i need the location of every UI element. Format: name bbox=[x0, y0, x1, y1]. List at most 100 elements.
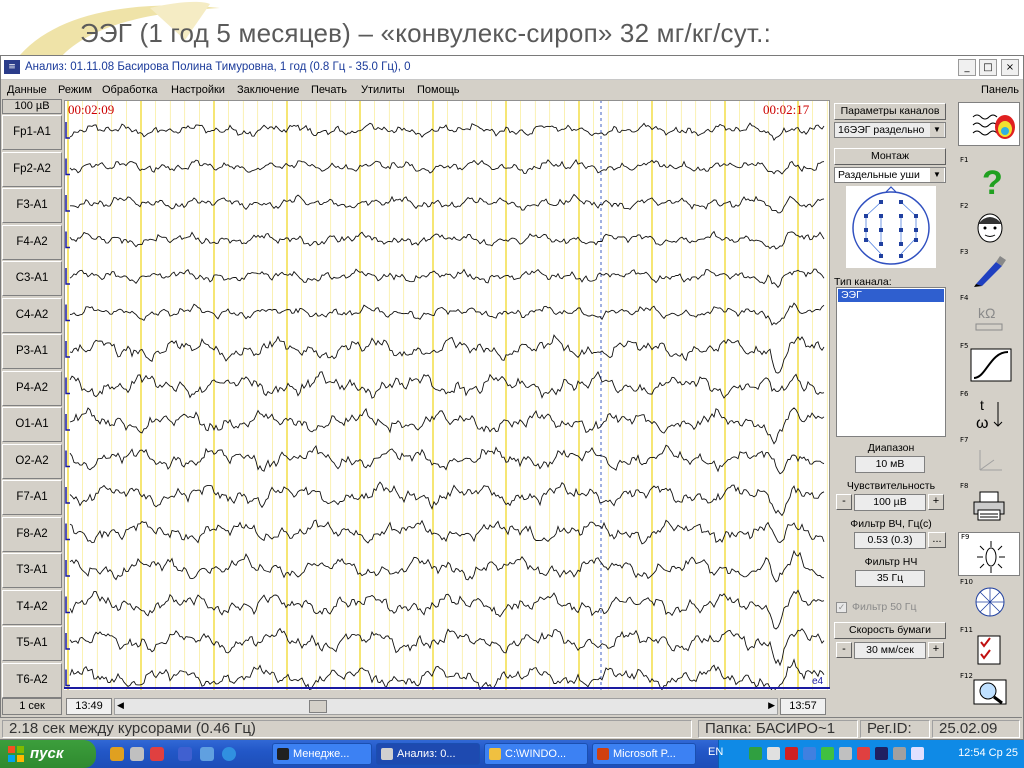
channel-label-f4-a2[interactable]: F4-A2 bbox=[2, 224, 62, 260]
scale-label[interactable]: 100 µВ bbox=[2, 99, 62, 114]
folder-info: Папка: БАСИРО~1 bbox=[698, 720, 858, 738]
channel-label-fp1-a1[interactable]: Fp1-A1 bbox=[2, 115, 62, 150]
minimize-button[interactable]: _ bbox=[958, 59, 976, 76]
range-value[interactable]: 10 мВ bbox=[855, 456, 925, 473]
channel-label-f8-a2[interactable]: F8-A2 bbox=[2, 516, 62, 552]
filter-curve-icon bbox=[970, 348, 1012, 382]
quicklaunch-icon[interactable] bbox=[150, 747, 164, 761]
tool-checklist[interactable]: F11 bbox=[958, 626, 1020, 670]
channel-label-c4-a2[interactable]: C4-A2 bbox=[2, 297, 62, 333]
task-analysis[interactable]: Анализ: 0... bbox=[376, 743, 480, 765]
menu-conclusion[interactable]: Заключение bbox=[237, 84, 299, 96]
lf-filter-value[interactable]: 35 Гц bbox=[855, 570, 925, 587]
tool-search[interactable]: F12 bbox=[958, 672, 1020, 716]
language-indicator[interactable]: EN bbox=[708, 746, 723, 758]
time-start: 00:02:09 bbox=[68, 102, 115, 117]
tray-icon[interactable] bbox=[803, 747, 816, 760]
scroll-left-arrow-icon[interactable]: ◀ bbox=[117, 700, 124, 711]
dropdown-arrow-icon[interactable]: ▼ bbox=[930, 123, 944, 137]
tool-head-model[interactable]: F10 bbox=[958, 578, 1020, 622]
menu-mode[interactable]: Режим bbox=[58, 84, 92, 96]
tool-filter[interactable]: F5 bbox=[958, 342, 1020, 386]
sensitivity-label: Чувствительность bbox=[846, 480, 936, 492]
dropdown-arrow-icon[interactable]: ▼ bbox=[930, 168, 944, 182]
quicklaunch-icon[interactable] bbox=[200, 747, 214, 761]
quicklaunch-icon[interactable] bbox=[178, 747, 192, 761]
channel-type-list[interactable]: ЭЭГ bbox=[836, 287, 946, 437]
tray-icon[interactable] bbox=[911, 747, 924, 760]
tool-3d[interactable]: F7 bbox=[958, 436, 1020, 480]
menu-processing[interactable]: Обработка bbox=[102, 84, 157, 96]
hf-filter-more-button[interactable]: ... bbox=[928, 532, 946, 548]
channel-label-f7-a1[interactable]: F7-A1 bbox=[2, 480, 62, 515]
channel-label-o2-a2[interactable]: O2-A2 bbox=[2, 443, 62, 479]
tool-time-frequency[interactable]: F6 t ω bbox=[958, 390, 1020, 434]
montage-select[interactable]: Раздельные уши ▼ bbox=[834, 167, 946, 183]
channel-label-o1-a1[interactable]: O1-A1 bbox=[2, 407, 62, 442]
task-powerpoint[interactable]: Microsoft P... bbox=[592, 743, 696, 765]
tool-patient[interactable]: F2 bbox=[958, 202, 1020, 246]
paper-speed-button[interactable]: Скорость бумаги bbox=[834, 622, 946, 639]
menu-settings[interactable]: Настройки bbox=[171, 84, 225, 96]
quicklaunch-icon[interactable] bbox=[130, 747, 144, 761]
tray-icon[interactable] bbox=[875, 747, 888, 760]
speed-plus-button[interactable]: + bbox=[928, 642, 944, 658]
tray-icon[interactable] bbox=[839, 747, 852, 760]
channel-params-select[interactable]: 16ЭЭГ раздельно ▼ bbox=[834, 122, 946, 138]
channel-label-t4-a2[interactable]: T4-A2 bbox=[2, 589, 62, 625]
menu-print[interactable]: Печать bbox=[311, 84, 347, 96]
tray-icon[interactable] bbox=[749, 747, 762, 760]
maximize-button[interactable]: □ bbox=[979, 59, 997, 76]
notch-filter-checkbox[interactable]: ✓ bbox=[836, 602, 847, 613]
tray-icon[interactable] bbox=[785, 747, 798, 760]
range-label: Диапазон bbox=[867, 442, 915, 454]
channel-label-t6-a2[interactable]: T6-A2 bbox=[2, 662, 62, 698]
plot-bottom-bar: 1 сек 13:49 ◀ ▶ 13:57 bbox=[0, 698, 830, 716]
fkey-f2: F2 bbox=[960, 202, 969, 210]
tool-help[interactable]: F1 ? bbox=[958, 156, 1020, 200]
sensitivity-value[interactable]: 100 µВ bbox=[854, 494, 926, 511]
paper-speed-value[interactable]: 30 мм/сек bbox=[854, 642, 926, 659]
tray-icon[interactable] bbox=[821, 747, 834, 760]
window-title: Анализ: 01.11.08 Басирова Полина Тимуров… bbox=[25, 61, 411, 73]
channel-label-fp2-a2[interactable]: Fp2-A2 bbox=[2, 151, 62, 187]
tool-edit[interactable]: F3 bbox=[958, 248, 1020, 292]
tool-print[interactable]: F8 bbox=[958, 482, 1020, 526]
browser-icon[interactable] bbox=[222, 747, 236, 761]
montage-button[interactable]: Монтаж bbox=[834, 148, 946, 165]
tool-spectrum[interactable] bbox=[958, 102, 1020, 146]
channel-label-t5-a1[interactable]: T5-A1 bbox=[2, 626, 62, 661]
menu-help[interactable]: Помощь bbox=[417, 84, 460, 96]
sensitivity-minus-button[interactable]: - bbox=[836, 494, 852, 510]
notch-filter-label: Фильтр 50 Гц bbox=[852, 601, 917, 613]
quicklaunch-icon[interactable] bbox=[110, 747, 124, 761]
close-button[interactable]: × bbox=[1001, 59, 1019, 76]
task-manager[interactable]: Менедже... bbox=[272, 743, 372, 765]
speed-minus-button[interactable]: - bbox=[836, 642, 852, 658]
channel-label-f3-a1[interactable]: F3-A1 bbox=[2, 188, 62, 223]
channel-params-button[interactable]: Параметры каналов bbox=[834, 103, 946, 120]
tray-icon[interactable] bbox=[767, 747, 780, 760]
tray-icon[interactable] bbox=[857, 747, 870, 760]
head-montage-icon[interactable] bbox=[846, 186, 936, 268]
channel-label-t3-a1[interactable]: T3-A1 bbox=[2, 553, 62, 588]
channel-label-p3-a1[interactable]: P3-A1 bbox=[2, 334, 62, 369]
tool-impedance[interactable]: F4 kΩ bbox=[958, 294, 1020, 338]
menu-data[interactable]: Данные bbox=[7, 84, 47, 96]
scroll-thumb[interactable] bbox=[309, 700, 327, 713]
tool-dipole[interactable]: F9 bbox=[958, 532, 1020, 576]
hf-filter-value[interactable]: 0.53 (0.3) bbox=[854, 532, 926, 549]
channel-type-item[interactable]: ЭЭГ bbox=[838, 289, 944, 302]
scroll-right-arrow-icon[interactable]: ▶ bbox=[768, 700, 775, 711]
sensitivity-plus-button[interactable]: + bbox=[928, 494, 944, 510]
menu-utilities[interactable]: Утилиты bbox=[361, 84, 405, 96]
channel-label-p4-a2[interactable]: P4-A2 bbox=[2, 370, 62, 406]
task-explorer[interactable]: C:\WINDO... bbox=[484, 743, 588, 765]
menu-panel[interactable]: Панель bbox=[981, 84, 1019, 96]
tray-icon[interactable] bbox=[893, 747, 906, 760]
scroll-right-time: 13:57 bbox=[780, 698, 826, 715]
horizontal-scrollbar[interactable]: ◀ ▶ bbox=[114, 698, 778, 715]
start-button[interactable]: пуск bbox=[0, 740, 96, 768]
channel-label-c3-a1[interactable]: C3-A1 bbox=[2, 261, 62, 296]
eeg-plot[interactable] bbox=[64, 100, 830, 690]
